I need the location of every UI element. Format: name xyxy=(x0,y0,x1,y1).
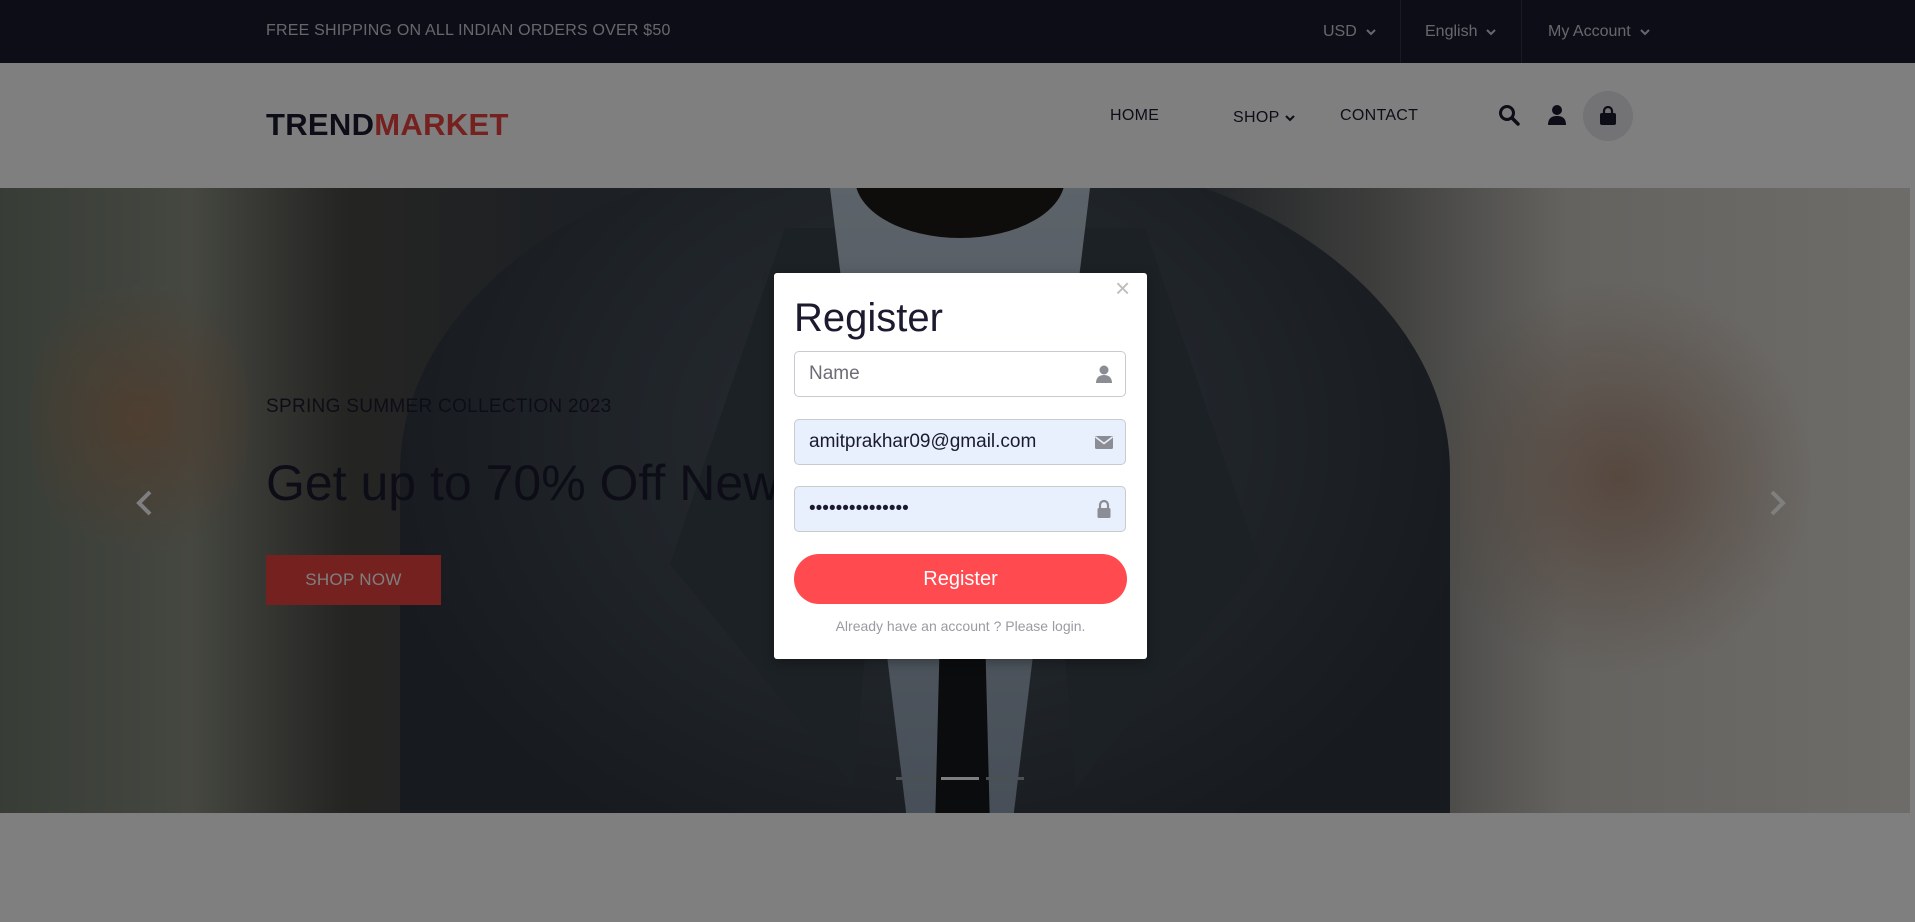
login-link[interactable]: Already have an account ? Please login. xyxy=(774,618,1147,634)
email-field xyxy=(794,419,1126,465)
password-input[interactable] xyxy=(795,487,1113,531)
name-field xyxy=(794,351,1126,397)
close-icon[interactable]: × xyxy=(1115,275,1130,301)
email-input[interactable] xyxy=(795,420,1113,464)
password-field xyxy=(794,486,1126,532)
user-icon xyxy=(1096,365,1112,383)
modal-title: Register xyxy=(794,296,943,340)
envelope-icon xyxy=(1095,436,1113,449)
register-modal: × Register Register Already have an acco… xyxy=(774,273,1147,659)
name-input[interactable] xyxy=(795,352,1113,396)
lock-icon xyxy=(1097,499,1111,518)
register-submit-button[interactable]: Register xyxy=(794,554,1127,604)
